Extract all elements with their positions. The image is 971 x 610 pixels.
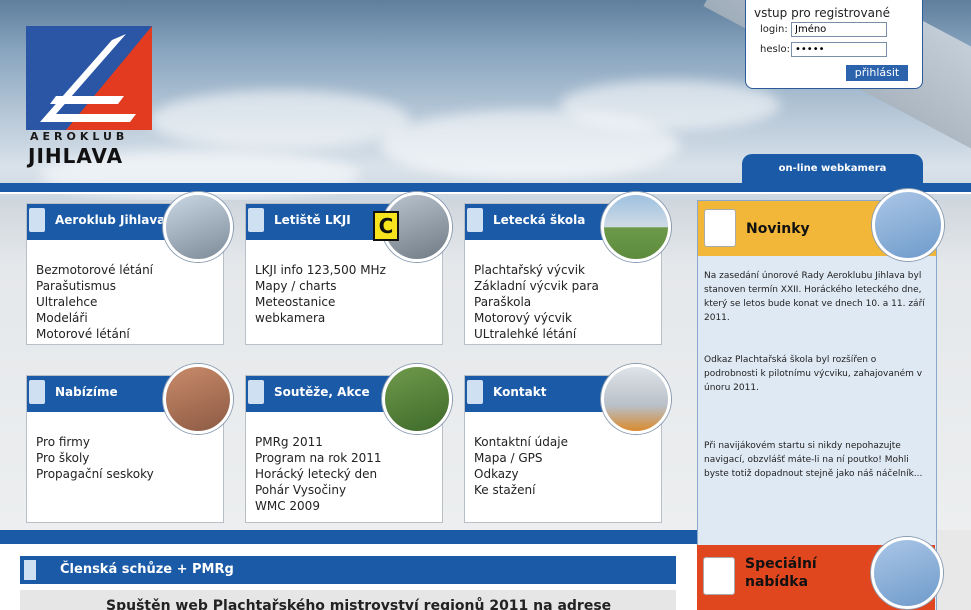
menu-item[interactable]: ULtralehké létání bbox=[474, 326, 599, 342]
menu-item[interactable]: Paraškola bbox=[474, 294, 599, 310]
password-label: heslo: bbox=[760, 44, 790, 55]
box-nabizime: Nabízíme Pro firmy Pro školy Propagační … bbox=[26, 364, 233, 523]
news-title: Novinky bbox=[746, 221, 810, 237]
page: AEROKLUB JIHLAVA vstup pro registrované … bbox=[0, 0, 971, 610]
special-offer-panel[interactable]: Speciální nabídka bbox=[697, 537, 943, 610]
article-text: Spuštěn web Plachtařského mistrovství re… bbox=[106, 598, 612, 610]
menu-item[interactable]: LKJI info 123,500 MHz bbox=[255, 262, 386, 278]
menu-item[interactable]: Ultralehce bbox=[36, 294, 153, 310]
article-title[interactable]: Členská schůze + PMRg bbox=[60, 562, 234, 577]
aeroklub-icon bbox=[29, 208, 45, 232]
glider-photo bbox=[872, 189, 944, 261]
aeroklub-icon bbox=[24, 560, 36, 580]
menu-item[interactable]: Mapa / GPS bbox=[474, 450, 568, 466]
box-title: Kontakt bbox=[493, 385, 547, 399]
menu-item[interactable]: Plachtařský výcvik bbox=[474, 262, 599, 278]
news-item[interactable]: Na zasedání únorové Rady Aeroklubu Jihla… bbox=[704, 269, 926, 325]
aeroklub-logo-mark bbox=[26, 26, 152, 130]
plane-photo bbox=[163, 192, 233, 262]
aeroklub-icon bbox=[467, 380, 483, 404]
menu-item[interactable]: Základní výcvik para bbox=[474, 278, 599, 294]
box-letiste: Letiště LKJI LKJI info 123,500 MHz Mapy … bbox=[245, 192, 452, 345]
aeroklub-badge-icon bbox=[703, 557, 735, 595]
menu-item[interactable]: Meteostanice bbox=[255, 294, 386, 310]
menu-item[interactable]: PMRg 2011 bbox=[255, 434, 382, 450]
aeroklub-badge-icon bbox=[704, 209, 736, 247]
menu-item[interactable]: Horácký letecký den bbox=[255, 466, 382, 482]
menu-item[interactable]: Motorové létání bbox=[36, 326, 153, 342]
menu-item[interactable]: Propagační seskoky bbox=[36, 466, 154, 482]
box-title: Letecká škola bbox=[493, 213, 586, 227]
special-title: Speciální nabídka bbox=[745, 555, 817, 591]
blue-stripe bbox=[0, 183, 971, 192]
login-input[interactable] bbox=[791, 22, 887, 37]
logo-text-jihlava: JIHLAVA bbox=[28, 144, 124, 168]
box-aeroklub: Aeroklub Jihlava Bezmotorové létání Para… bbox=[26, 192, 233, 345]
yellow-plane-photo bbox=[601, 192, 671, 262]
trees-photo bbox=[382, 364, 452, 434]
special-title-line1: Speciální bbox=[745, 556, 817, 572]
logo-text-aeroklub: AEROKLUB bbox=[30, 130, 129, 143]
box-kontakt: Kontakt Kontaktní údaje Mapa / GPS Odkaz… bbox=[464, 364, 671, 523]
logo[interactable]: AEROKLUB JIHLAVA bbox=[26, 26, 154, 168]
menu-item[interactable]: Modeláři bbox=[36, 310, 153, 326]
town-photo bbox=[163, 364, 233, 434]
box-title: Aeroklub Jihlava bbox=[55, 213, 166, 227]
aeroklub-icon bbox=[248, 208, 264, 232]
news-item[interactable]: Odkaz Plachtařská škola byl rozšířen o p… bbox=[704, 353, 926, 395]
menu-item[interactable]: WMC 2009 bbox=[255, 498, 382, 514]
menu-item[interactable]: Parašutismus bbox=[36, 278, 153, 294]
menu-item[interactable]: Ke stažení bbox=[474, 482, 568, 498]
menu-item[interactable]: webkamera bbox=[255, 310, 386, 326]
aeroklub-icon bbox=[29, 380, 45, 404]
menu-item[interactable]: Kontaktní údaje bbox=[474, 434, 568, 450]
menu-item[interactable]: Motorový výcvik bbox=[474, 310, 599, 326]
article-strip: Spuštěn web Plachtařského mistrovství re… bbox=[20, 590, 676, 610]
box-title: Letiště LKJI bbox=[274, 213, 351, 227]
login-panel: vstup pro registrované login: heslo: při… bbox=[745, 0, 923, 89]
building-photo bbox=[601, 364, 671, 434]
aeroklub-icon bbox=[467, 208, 483, 232]
login-label: login: bbox=[760, 24, 788, 35]
menu-item[interactable]: Program na rok 2011 bbox=[255, 450, 382, 466]
password-input[interactable] bbox=[791, 42, 887, 57]
news-header: Novinky bbox=[698, 189, 944, 261]
box-title: Nabízíme bbox=[55, 385, 118, 399]
box-skola: Letecká škola Plachtařský výcvik Základn… bbox=[464, 192, 671, 345]
menu-item[interactable]: Mapy / charts bbox=[255, 278, 386, 294]
login-button[interactable]: přihlásit bbox=[846, 65, 908, 81]
news-item[interactable]: Při navijákovém startu si nikdy nepohazu… bbox=[704, 439, 926, 481]
aeroklub-icon bbox=[248, 380, 264, 404]
menu-item[interactable]: Pohár Vysočiny bbox=[255, 482, 382, 498]
white-stripe bbox=[0, 192, 971, 194]
menu-item[interactable]: Bezmotorové létání bbox=[36, 262, 153, 278]
bottom-stripe bbox=[0, 530, 697, 544]
marker-badge: C bbox=[373, 211, 399, 241]
menu-item[interactable]: Pro školy bbox=[36, 450, 154, 466]
box-title: Soutěže, Akce bbox=[274, 385, 370, 399]
special-title-line2: nabídka bbox=[745, 574, 809, 590]
login-title: vstup pro registrované bbox=[754, 6, 890, 20]
menu-item[interactable]: Pro firmy bbox=[36, 434, 154, 450]
box-souteze: Soutěže, Akce PMRg 2011 Program na rok 2… bbox=[245, 364, 452, 523]
glider-photo bbox=[871, 537, 943, 609]
article-bar: Členská schůze + PMRg bbox=[20, 556, 676, 584]
menu-item[interactable]: Odkazy bbox=[474, 466, 568, 482]
